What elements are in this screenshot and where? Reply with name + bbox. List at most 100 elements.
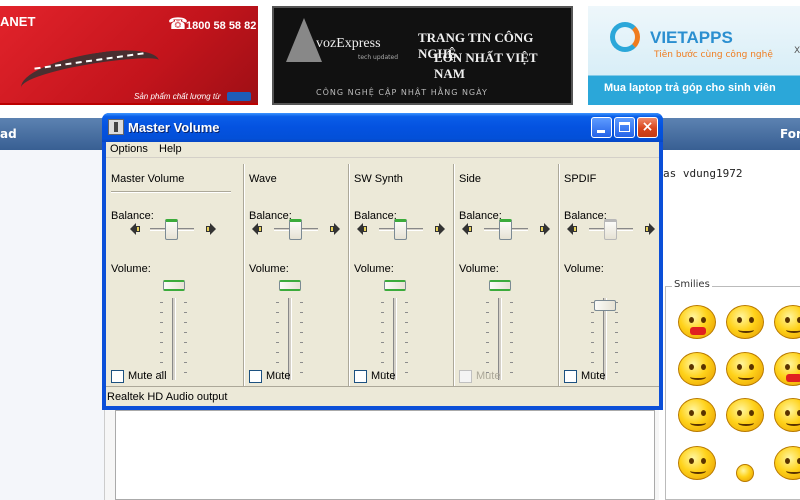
volume-label: Volume: xyxy=(459,263,499,275)
balance-slider-thumb[interactable] xyxy=(499,219,512,240)
mute-checkbox[interactable] xyxy=(564,370,577,383)
volume-slider-thumb[interactable] xyxy=(594,300,616,311)
banner-vietapps-name: VIETAPPS xyxy=(650,28,733,47)
balance-label: Balance: xyxy=(249,210,292,222)
speaker-left-icon xyxy=(567,222,578,236)
banner-slogan: Sản phẩm chất lượng từ xyxy=(134,92,221,101)
mute-checkbox-disabled xyxy=(459,370,472,383)
window-title: Master Volume xyxy=(128,120,220,135)
smiley-icon[interactable] xyxy=(726,398,764,432)
mute-label[interactable]: Mute xyxy=(581,370,605,382)
status-bar: Realtek HD Audio output xyxy=(106,386,659,406)
speaker-right-icon xyxy=(330,222,341,236)
channel-divider xyxy=(111,191,231,193)
window-titlebar[interactable]: Master Volume × xyxy=(102,113,663,142)
mute-all-checkbox[interactable] xyxy=(111,370,124,383)
mute-label-disabled: Mute xyxy=(476,370,501,382)
volume-slider-thumb[interactable] xyxy=(384,280,406,291)
volume-slider-track[interactable] xyxy=(498,298,502,380)
banner-edge-text: X xyxy=(794,46,800,56)
channel-master-volume: Master Volume Balance: Volume: Mute all xyxy=(106,164,243,386)
phone-icon: ☎ xyxy=(168,14,188,33)
menu-help[interactable]: Help xyxy=(159,143,182,155)
banner-internet-provider[interactable]: ANET ☎ 1800 58 58 82 Sản phẩm chất lượng… xyxy=(0,6,258,105)
close-button[interactable]: × xyxy=(637,117,658,138)
balance-slider-thumb[interactable] xyxy=(394,219,407,240)
volume-slider-track[interactable] xyxy=(172,298,176,380)
balance-slider-thumb[interactable] xyxy=(165,219,178,240)
balance-label: Balance: xyxy=(111,210,154,222)
forum-bar-left-text[interactable]: ad xyxy=(0,127,17,141)
channel-name: Master Volume xyxy=(111,173,185,185)
mute-checkbox[interactable] xyxy=(249,370,262,383)
balance-label: Balance: xyxy=(354,210,397,222)
volume-label: Volume: xyxy=(249,263,289,275)
volume-ticks xyxy=(615,302,618,382)
left-pane xyxy=(0,150,104,500)
mute-label[interactable]: Mute xyxy=(266,370,290,382)
minimize-icon xyxy=(597,130,605,133)
banner-vietapps[interactable]: VIETAPPS Tiên bước cùng công nghệ Mua la… xyxy=(588,6,800,105)
speaker-left-icon xyxy=(130,222,141,236)
balance-slider-thumb[interactable] xyxy=(604,219,617,240)
balance-label: Balance: xyxy=(459,210,502,222)
banner-footer: CÔNG NGHỆ CẬP NHẬT HẰNG NGÀY xyxy=(316,88,488,97)
speaker-left-icon xyxy=(357,222,368,236)
mute-checkbox[interactable] xyxy=(354,370,367,383)
reply-textarea[interactable] xyxy=(115,410,655,500)
window-client: Options Help Master Volume Balance: Volu… xyxy=(106,142,659,406)
banner-vietapps-bar: Mua laptop trả góp cho sinh viên xyxy=(604,82,776,94)
channel-side: Side Balance: Volume: Mute xyxy=(453,164,558,386)
channel-sw-synth: SW Synth Balance: Volume: Mute xyxy=(348,164,453,386)
volume-ticks xyxy=(184,302,187,382)
volume-slider-track[interactable] xyxy=(288,298,292,380)
volume-label: Volume: xyxy=(111,263,151,275)
menu-bar: Options Help xyxy=(106,142,659,158)
speaker-right-icon xyxy=(435,222,446,236)
maximize-icon xyxy=(619,122,630,132)
banner-vietapps-tagline: Tiên bước cùng công nghệ xyxy=(654,50,773,60)
volume-label: Volume: xyxy=(564,263,604,275)
channel-name: Side xyxy=(459,173,482,185)
balance-label: Balance: xyxy=(564,210,607,222)
smiley-icon[interactable] xyxy=(726,305,764,339)
smiley-icon[interactable] xyxy=(736,464,754,482)
maximize-button[interactable] xyxy=(614,117,635,138)
speaker-right-icon xyxy=(645,222,656,236)
channel-name: SW Synth xyxy=(354,173,403,185)
master-volume-window: Master Volume × Options Help Master Volu… xyxy=(102,113,663,410)
volume-slider-thumb[interactable] xyxy=(163,280,185,291)
channel-name: Wave xyxy=(249,173,277,185)
volume-slider-thumb[interactable] xyxy=(279,280,301,291)
smiley-icon[interactable] xyxy=(726,352,764,386)
smilies-title: Smilies xyxy=(672,279,712,290)
forum-bar-right-text[interactable]: For xyxy=(780,127,800,141)
smiley-icon[interactable] xyxy=(678,446,716,480)
banner-logo-sub: tech updated xyxy=(358,54,399,61)
channel-spdif: SPDIF Balance: Volume: Mute xyxy=(558,164,659,386)
volume-ticks xyxy=(405,302,408,382)
post-snippet: as vdung1972 xyxy=(663,167,743,180)
mute-label[interactable]: Mute xyxy=(371,370,395,382)
banner-brand: ANET xyxy=(0,14,36,29)
banner-phone: 1800 58 58 82 xyxy=(186,20,257,32)
volume-label: Volume: xyxy=(354,263,394,275)
smiley-icon[interactable] xyxy=(678,398,716,432)
menu-options[interactable]: Options xyxy=(110,143,148,155)
minimize-button[interactable] xyxy=(591,117,612,138)
smiley-icon[interactable] xyxy=(678,305,716,339)
banner-headline-2: LỚN NHẤT VIỆT NAM xyxy=(434,50,538,81)
mute-all-label[interactable]: Mute all xyxy=(128,370,167,382)
volume-app-icon[interactable] xyxy=(108,119,124,135)
speaker-left-icon xyxy=(252,222,263,236)
volume-slider-thumb[interactable] xyxy=(489,280,511,291)
vietapps-logo-icon xyxy=(610,22,640,52)
volume-slider-track[interactable] xyxy=(393,298,397,380)
banner-badge-logo xyxy=(227,92,251,101)
smiley-icon[interactable] xyxy=(678,352,716,386)
close-icon: × xyxy=(641,119,654,135)
banner-vozexpress[interactable]: vozExpress tech updated TRANG TIN CÔNG N… xyxy=(272,6,573,105)
speaker-right-icon xyxy=(540,222,551,236)
balance-slider-thumb[interactable] xyxy=(289,219,302,240)
volume-ticks xyxy=(510,302,513,382)
